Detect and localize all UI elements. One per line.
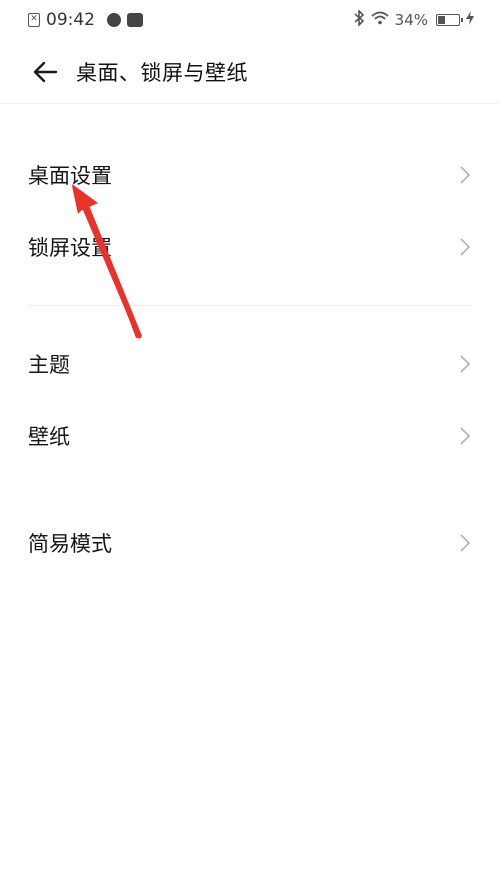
status-bar-left: ✕ 09:42 xyxy=(28,10,143,30)
status-bar-right: 34% xyxy=(353,9,474,30)
chevron-right-icon xyxy=(458,165,472,185)
battery-icon xyxy=(436,14,463,26)
chevron-right-icon xyxy=(458,237,472,257)
section-divider xyxy=(28,305,472,306)
settings-item-theme[interactable]: 主题 xyxy=(0,334,500,394)
status-bar: ✕ 09:42 34% xyxy=(0,0,500,40)
chevron-right-icon xyxy=(458,354,472,374)
settings-item-simple-mode[interactable]: 简易模式 xyxy=(0,513,500,573)
settings-item-label: 简易模式 xyxy=(28,532,112,556)
page-title: 桌面、锁屏与壁纸 xyxy=(76,60,248,85)
settings-item-lockscreen[interactable]: 锁屏设置 xyxy=(0,217,500,277)
settings-item-label: 壁纸 xyxy=(28,425,70,449)
bluetooth-icon xyxy=(353,9,365,30)
chevron-right-icon xyxy=(458,426,472,446)
wifi-icon xyxy=(371,11,389,29)
youku-app-icon xyxy=(127,13,143,27)
back-button[interactable] xyxy=(30,57,60,87)
settings-item-label: 桌面设置 xyxy=(28,164,112,188)
status-time: 09:42 xyxy=(46,10,95,30)
battery-level-fill xyxy=(438,16,445,24)
app-header: 桌面、锁屏与壁纸 xyxy=(0,40,500,104)
settings-item-desktop[interactable]: 桌面设置 xyxy=(0,145,500,205)
settings-item-wallpaper[interactable]: 壁纸 xyxy=(0,406,500,466)
back-arrow-icon xyxy=(33,61,58,82)
sim-x-icon: ✕ xyxy=(28,13,40,27)
battery-percent: 34% xyxy=(394,11,428,29)
settings-item-label: 锁屏设置 xyxy=(28,236,112,260)
chevron-right-icon xyxy=(458,533,472,553)
clock-app-icon xyxy=(107,13,121,27)
settings-item-label: 主题 xyxy=(28,353,70,377)
charging-bolt-icon xyxy=(466,11,474,29)
